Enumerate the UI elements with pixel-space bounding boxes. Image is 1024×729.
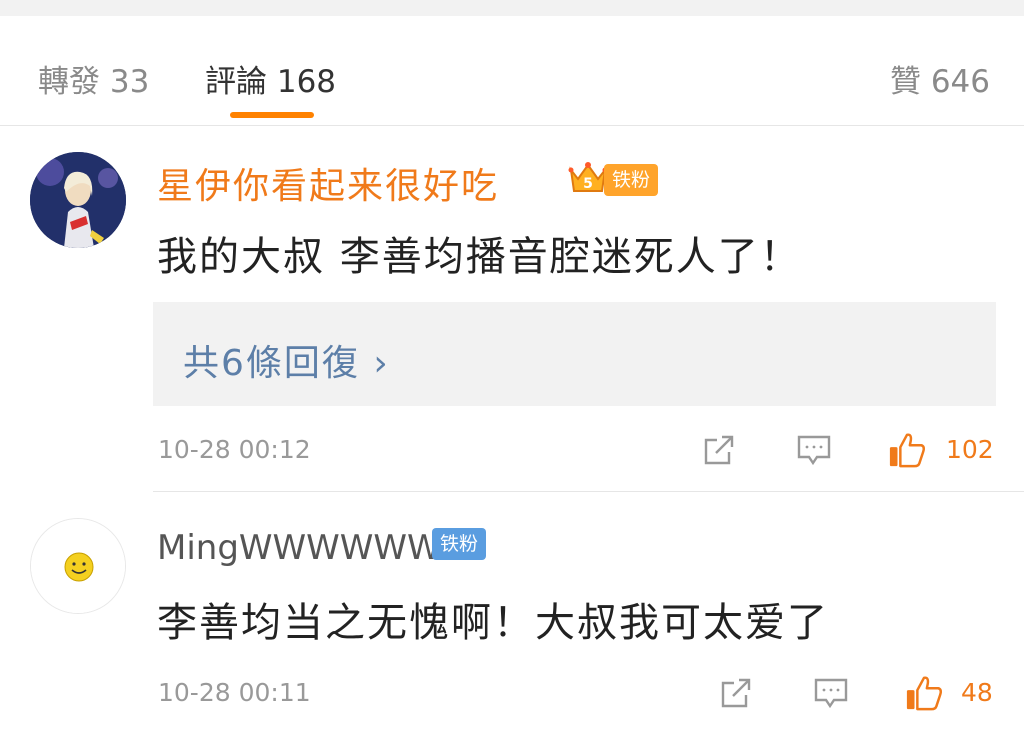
tab-comments[interactable]: 評論 168 xyxy=(205,56,336,101)
tab-forward[interactable]: 轉發 33 xyxy=(38,56,149,101)
share-icon[interactable] xyxy=(717,674,755,712)
fan-badge[interactable]: 铁粉 xyxy=(432,528,487,560)
comment-username[interactable]: 星伊你看起来很好吃 xyxy=(157,157,499,209)
comment-timestamp: 10-28 00:12 xyxy=(158,435,311,464)
comment-meta: 10-28 00:11 48 xyxy=(0,672,1024,712)
tab-likes[interactable]: 贊 646 xyxy=(890,56,990,101)
top-strip xyxy=(0,0,1024,16)
thumbs-up-icon[interactable] xyxy=(905,674,943,712)
crown-icon: 5 xyxy=(568,161,608,199)
comment-text: 我的大叔 李善均播音腔迷死人了！ xyxy=(157,234,802,280)
replies-link[interactable]: 共6條回復 › xyxy=(183,334,390,386)
fan-badge[interactable]: 5 铁粉 xyxy=(568,161,659,199)
reply-icon[interactable] xyxy=(812,674,850,712)
like-count: 48 xyxy=(961,678,993,707)
reply-icon[interactable] xyxy=(795,431,833,469)
like-count: 102 xyxy=(946,435,994,464)
comment-username[interactable]: MingWWWWWWW xyxy=(157,528,474,568)
reply-box[interactable]: 共6條回復 › xyxy=(153,302,996,406)
badge-label: 铁粉 xyxy=(604,164,659,196)
comment-item: MingWWWWWWW 铁粉 李善均当之无愧啊！大叔我可太爱了 10-28 00… xyxy=(0,492,1024,729)
active-tab-indicator xyxy=(230,112,314,118)
avatar[interactable] xyxy=(30,518,126,614)
comment-meta: 10-28 00:12 102 xyxy=(0,429,1024,469)
comment-timestamp: 10-28 00:11 xyxy=(158,678,311,707)
share-icon[interactable] xyxy=(700,431,738,469)
thumbs-up-icon[interactable] xyxy=(888,431,926,469)
comment-item: 星伊你看起来很好吃 5 铁粉 我的大叔 李善均播音腔迷死人了！ 共6條回復 › … xyxy=(0,127,1024,492)
comment-text: 李善均当之无愧啊！大叔我可太爱了 xyxy=(157,600,829,646)
avatar[interactable] xyxy=(30,152,126,248)
badge-level: 5 xyxy=(583,176,593,192)
badge-label: 铁粉 xyxy=(432,528,487,560)
comment-tabbar: 轉發 33 評論 168 贊 646 xyxy=(0,16,1024,126)
